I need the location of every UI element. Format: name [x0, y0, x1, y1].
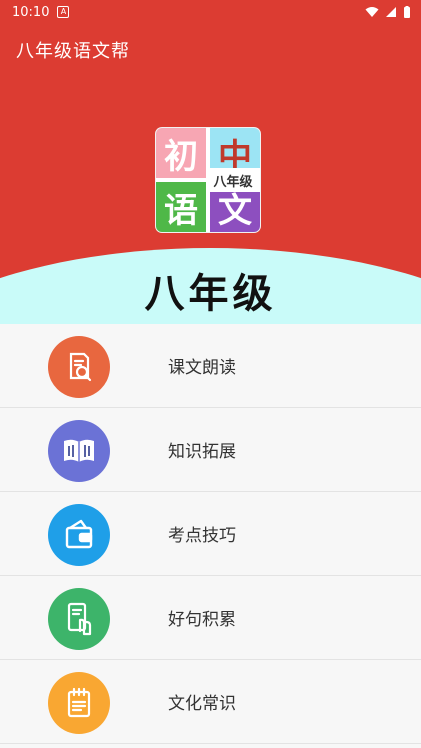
menu-item-label: 好句积累: [168, 610, 236, 630]
menu-item-label: 知识拓展: [168, 442, 236, 462]
app-bar: 八年级语文帮: [0, 24, 421, 76]
menu-item-kaodian-jiqiao[interactable]: 考点技巧: [0, 492, 421, 576]
hero-banner: 初 中 语 文 八年级 八年级: [0, 76, 421, 324]
wallet-icon: [48, 504, 110, 566]
menu-list: 课文朗读 知识拓展 考点技巧 好句积累 文化常识: [0, 324, 421, 744]
open-book-icon: [48, 420, 110, 482]
logo-char-1: 初: [156, 128, 206, 178]
logo-subtitle: 八年级: [206, 168, 260, 192]
menu-item-label: 课文朗读: [168, 358, 236, 378]
phone-tap-icon: [48, 588, 110, 650]
notification-icon: A: [57, 6, 70, 18]
app-logo: 初 中 语 文 八年级: [156, 128, 260, 232]
document-search-icon: [48, 336, 110, 398]
app-title: 八年级语文帮: [16, 41, 130, 62]
menu-item-haoju-jilei[interactable]: 好句积累: [0, 576, 421, 660]
menu-item-label: 考点技巧: [168, 526, 236, 546]
menu-item-kewen-langdu[interactable]: 课文朗读: [0, 324, 421, 408]
battery-icon: [404, 5, 410, 18]
menu-item-label: 文化常识: [168, 694, 236, 714]
logo-char-3: 语: [156, 182, 206, 232]
status-bar: 10:10 A: [0, 0, 421, 24]
menu-item-wenhua-changshi[interactable]: 文化常识: [0, 660, 421, 744]
notepad-icon: [48, 672, 110, 734]
wifi-icon: [365, 7, 379, 17]
menu-item-zhishi-tuozhan[interactable]: 知识拓展: [0, 408, 421, 492]
signal-icon: [386, 7, 396, 17]
status-time: 10:10: [12, 4, 50, 20]
grade-title: 八年级: [144, 270, 277, 317]
